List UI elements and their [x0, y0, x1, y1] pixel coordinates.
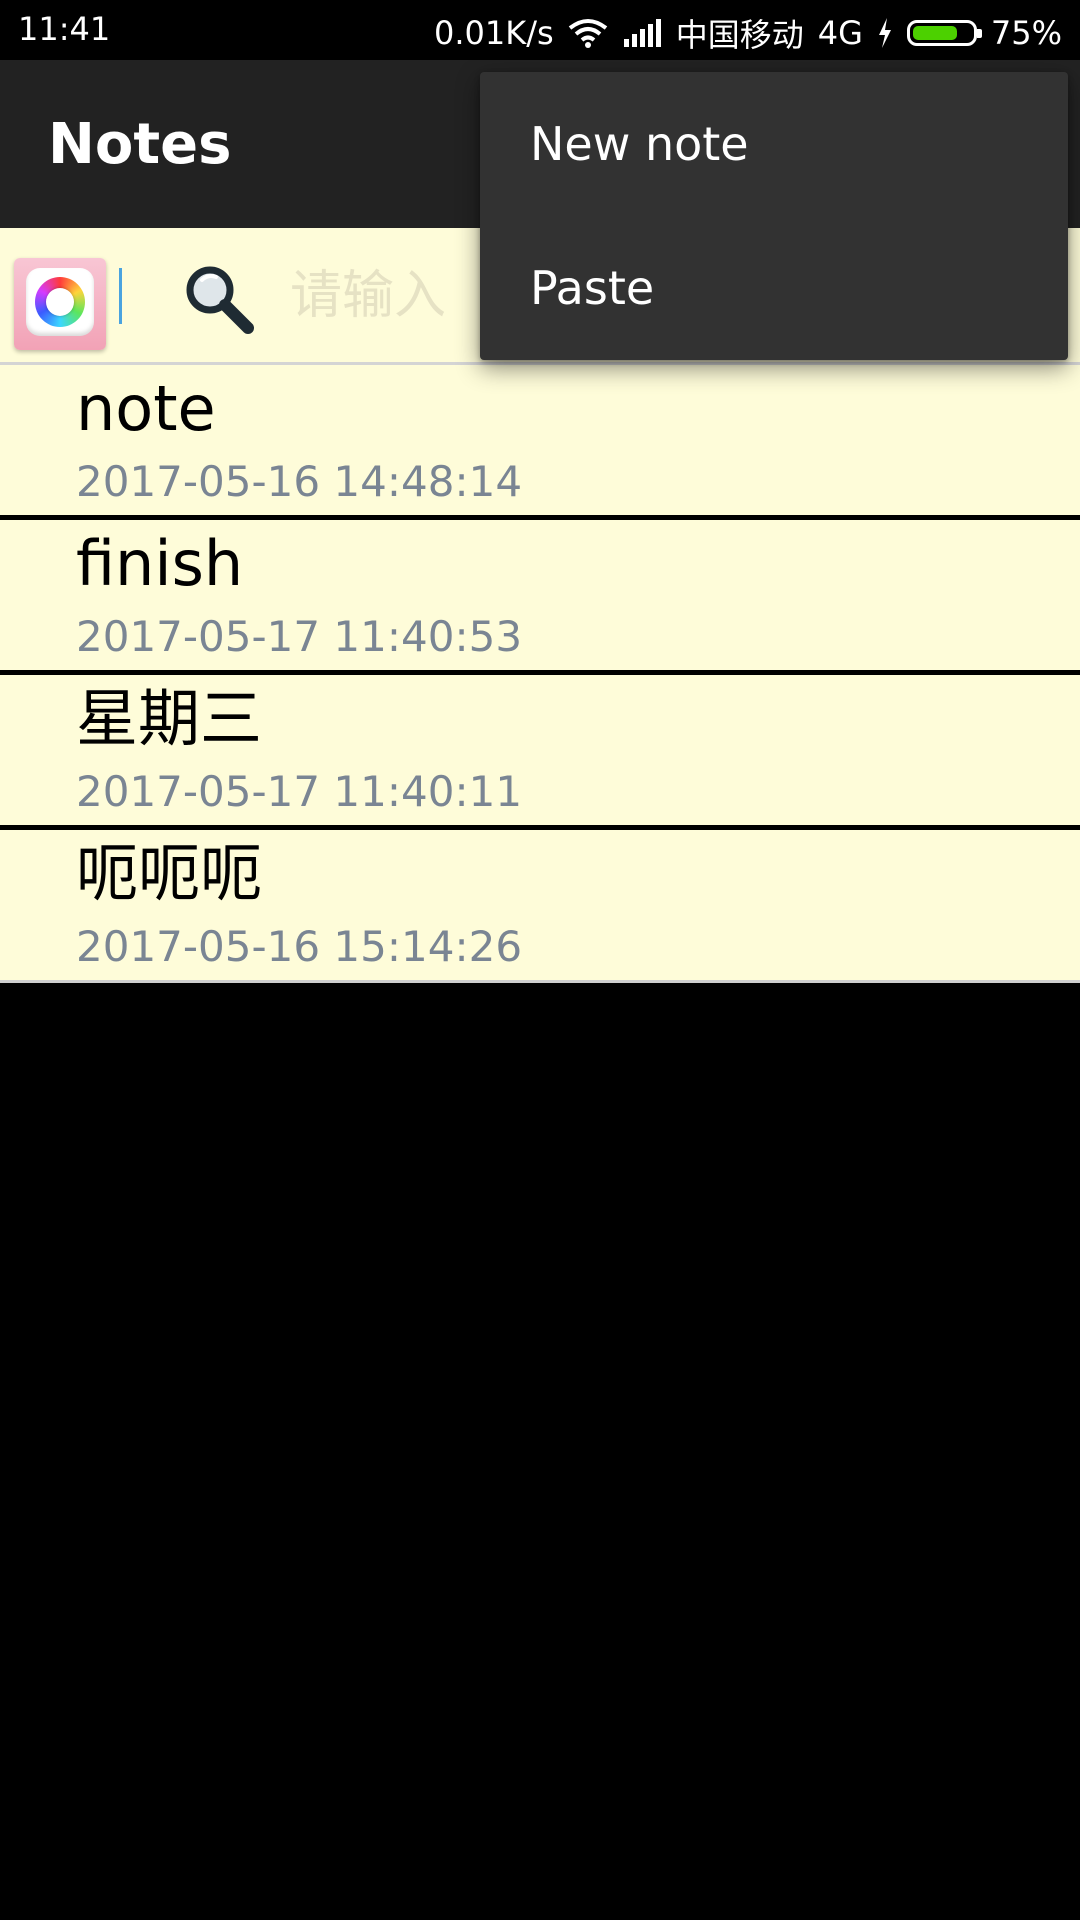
color-palette-button[interactable]: [14, 258, 106, 350]
note-date: 2017-05-16 15:14:26: [76, 922, 523, 971]
note-date: 2017-05-17 11:40:53: [76, 612, 523, 661]
color-wheel-center: [46, 288, 74, 316]
app-title: Notes: [48, 112, 232, 177]
battery-level-fill: [912, 26, 957, 40]
note-list: note 2017-05-16 14:48:14 finish 2017-05-…: [0, 365, 1080, 983]
status-bar: 11:41 0.01K/s 中国移动 4G 75%: [0, 0, 1080, 60]
notes-screen: 11:41 0.01K/s 中国移动 4G 75% Notes 请输入 note…: [0, 0, 1080, 1920]
status-time: 11:41: [18, 10, 111, 48]
signal-icon: [622, 19, 662, 47]
note-list-item[interactable]: 呃呃呃 2017-05-16 15:14:26: [0, 830, 1080, 983]
status-indicators: 0.01K/s 中国移动 4G 75%: [434, 10, 1062, 56]
color-wheel-icon: [35, 277, 85, 327]
note-list-item[interactable]: 星期三 2017-05-17 11:40:11: [0, 675, 1080, 830]
network-speed: 0.01K/s: [434, 14, 554, 52]
note-date: 2017-05-16 14:48:14: [76, 457, 523, 506]
network-type: 4G: [817, 14, 863, 52]
battery-percent: 75%: [990, 14, 1062, 52]
note-title: note: [76, 372, 216, 445]
note-list-item[interactable]: note 2017-05-16 14:48:14: [0, 365, 1080, 520]
menu-item-new-note[interactable]: New note: [480, 72, 1068, 216]
note-title: 呃呃呃: [76, 837, 263, 910]
text-cursor: [119, 268, 122, 324]
color-palette-tile: [26, 268, 94, 336]
note-list-item[interactable]: finish 2017-05-17 11:40:53: [0, 520, 1080, 675]
carrier-name: 中国移动: [675, 16, 804, 54]
wifi-icon: [568, 18, 608, 48]
battery-icon: [906, 20, 982, 46]
overflow-menu: New note Paste: [480, 72, 1068, 360]
note-title: 星期三: [76, 682, 263, 755]
search-icon[interactable]: [180, 260, 260, 340]
note-date: 2017-05-17 11:40:11: [76, 767, 523, 816]
menu-item-paste[interactable]: Paste: [480, 216, 1068, 360]
note-title: finish: [76, 527, 244, 600]
charging-icon: [877, 18, 893, 48]
